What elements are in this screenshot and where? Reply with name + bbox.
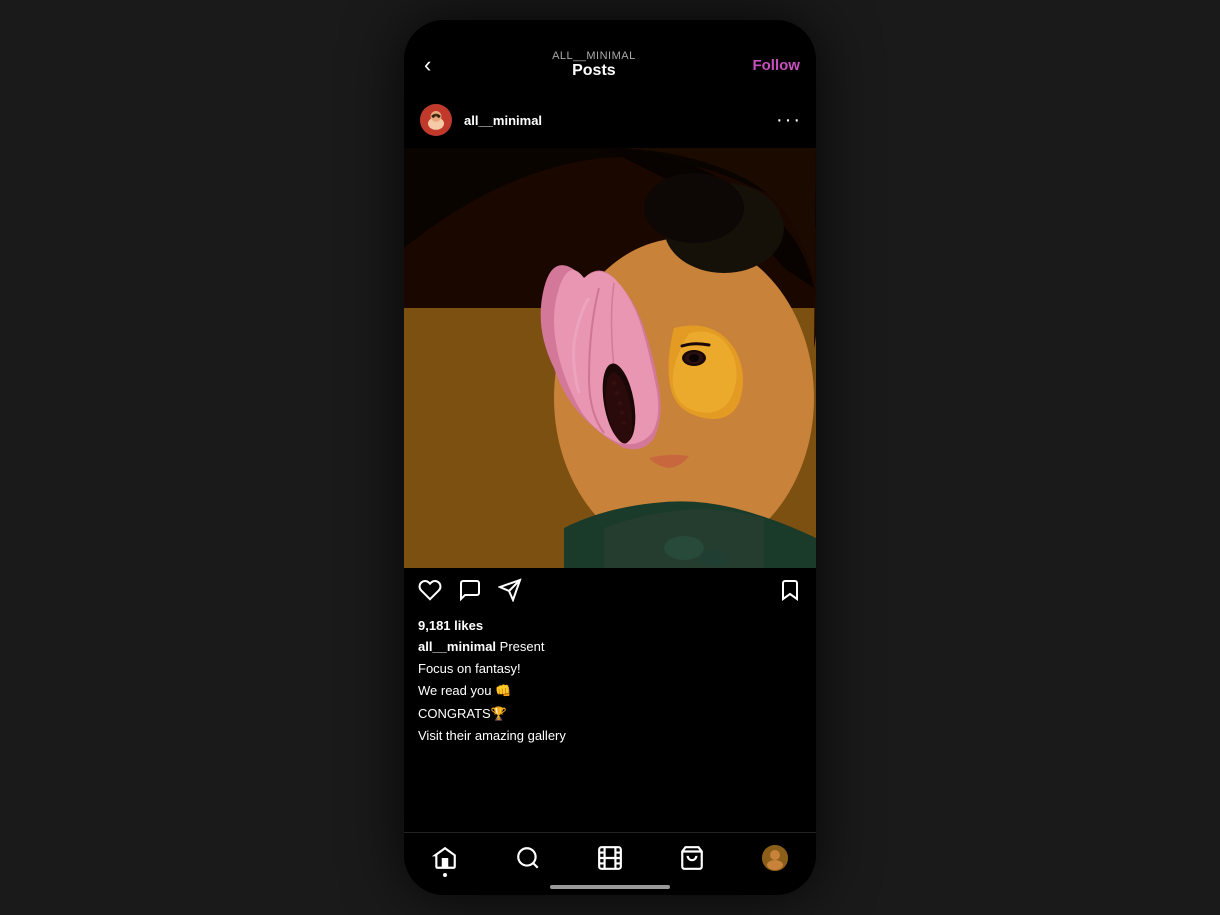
caption-line3: CONGRATS🏆	[418, 705, 802, 723]
avatar-row: all__minimal	[418, 102, 542, 138]
caption-line4: Visit their amazing gallery	[418, 727, 802, 745]
more-options-button[interactable]: ···	[776, 109, 802, 132]
actions-left	[418, 578, 522, 608]
nav-title: Posts	[552, 62, 636, 80]
caption-line2: We read you 👊	[418, 682, 802, 700]
share-button[interactable]	[498, 578, 522, 608]
post-image	[404, 148, 816, 568]
caption-line1: Focus on fantasy!	[418, 660, 802, 678]
home-active-dot	[443, 873, 447, 877]
status-bar	[404, 20, 816, 38]
likes-count[interactable]: 9,181 likes	[418, 618, 802, 633]
caption-username[interactable]: all__minimal	[418, 639, 496, 654]
nav-reels[interactable]	[587, 841, 633, 875]
nav-search[interactable]	[505, 841, 551, 875]
back-button[interactable]: ‹	[420, 48, 435, 82]
profile-avatar	[762, 845, 788, 871]
like-button[interactable]	[418, 578, 442, 608]
actions-bar	[404, 568, 816, 618]
phone-frame: ‹ ALL__MINIMAL Posts Follow	[404, 20, 816, 895]
bottom-nav-items	[404, 841, 816, 875]
bookmark-button[interactable]	[778, 578, 802, 608]
post-username[interactable]: all__minimal	[464, 113, 542, 128]
post-header: all__minimal ···	[404, 92, 816, 148]
caption-present: Present	[496, 639, 544, 654]
comment-button[interactable]	[458, 578, 482, 608]
home-indicator	[550, 885, 670, 889]
nav-home[interactable]	[422, 841, 468, 875]
follow-button[interactable]: Follow	[752, 57, 800, 74]
bottom-nav	[404, 832, 816, 895]
user-avatar[interactable]	[418, 102, 454, 138]
caption-line: all__minimal Present	[418, 638, 802, 656]
top-nav: ‹ ALL__MINIMAL Posts Follow	[404, 38, 816, 92]
nav-shop[interactable]	[669, 841, 715, 875]
nav-profile[interactable]	[752, 841, 798, 875]
nav-username: ALL__MINIMAL	[552, 50, 636, 62]
post-content: 9,181 likes all__minimal Present Focus o…	[404, 618, 816, 745]
nav-center: ALL__MINIMAL Posts	[552, 50, 636, 80]
